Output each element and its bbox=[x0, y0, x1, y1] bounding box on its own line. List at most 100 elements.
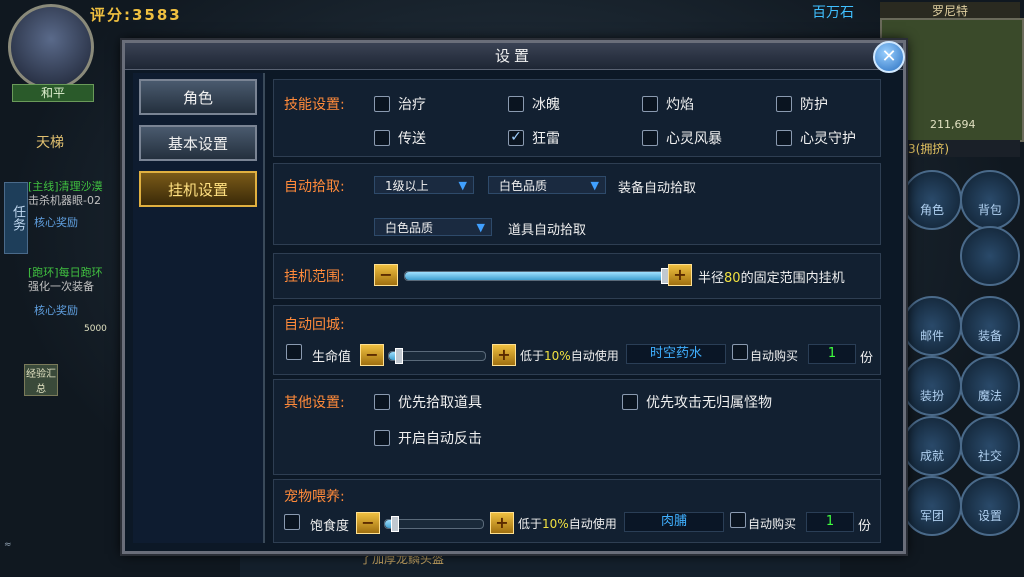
checkbox-icon[interactable] bbox=[284, 514, 300, 530]
food-slider[interactable] bbox=[384, 516, 484, 532]
quest-side-tab[interactable]: 任务 bbox=[4, 182, 28, 254]
prefer-pickup-checkbox[interactable]: 优先拾取道具 bbox=[374, 392, 482, 412]
food-qty-input[interactable]: 1 bbox=[806, 512, 854, 532]
checkbox-icon[interactable] bbox=[374, 130, 390, 146]
checkbox-icon[interactable] bbox=[642, 96, 658, 112]
hp-label: 生命值 bbox=[312, 350, 352, 365]
close-icon[interactable]: ✕ bbox=[873, 41, 905, 73]
chevron-down-icon: ▼ bbox=[476, 221, 485, 234]
plus-icon[interactable]: + bbox=[492, 344, 516, 366]
auto-buy-label: 自动购买 bbox=[750, 349, 799, 363]
role-button[interactable]: 角色 bbox=[902, 170, 962, 230]
minimap-coords: 211,694 bbox=[930, 118, 976, 131]
minus-icon[interactable]: − bbox=[374, 264, 398, 286]
skill-teleport-checkbox[interactable]: 传送 bbox=[374, 128, 426, 148]
skill-mindstorm-checkbox[interactable]: 心灵风暴 bbox=[642, 128, 722, 148]
checkbox-icon[interactable] bbox=[730, 512, 746, 528]
option-label: 优先拾取道具 bbox=[398, 395, 482, 411]
checkbox-icon[interactable] bbox=[776, 96, 792, 112]
costume-button[interactable]: 装扮 bbox=[902, 356, 962, 416]
item-pickup-text: 道具自动拾取 bbox=[508, 223, 587, 238]
food-threshold-text: 低于10%自动使用 bbox=[518, 517, 617, 531]
dropdown-value: 1级以上 bbox=[385, 179, 429, 193]
equip-button[interactable]: 装备 bbox=[960, 296, 1020, 356]
potion-field[interactable]: 时空药水 bbox=[626, 344, 726, 364]
slider-thumb[interactable] bbox=[394, 348, 403, 364]
unit-label: 份 bbox=[858, 519, 872, 534]
range-slider[interactable] bbox=[404, 268, 669, 284]
food-label: 饱食度 bbox=[310, 519, 350, 534]
plus-icon[interactable]: + bbox=[490, 512, 514, 534]
plus-icon[interactable]: + bbox=[668, 264, 692, 286]
player-avatar[interactable] bbox=[8, 4, 94, 90]
social-button[interactable]: 社交 bbox=[960, 416, 1020, 476]
other-label: 其他设置: bbox=[284, 395, 345, 411]
checkbox-icon[interactable] bbox=[622, 394, 638, 410]
chevron-down-icon: ▼ bbox=[458, 179, 467, 192]
checkbox-icon[interactable] bbox=[286, 344, 302, 360]
mail-button[interactable]: 邮件 bbox=[902, 296, 962, 356]
currency-million: 百万石 bbox=[812, 5, 854, 21]
nav-basic-settings[interactable]: 基本设置 bbox=[139, 125, 257, 161]
achievement-button[interactable]: 成就 bbox=[902, 416, 962, 476]
checkbox-icon[interactable] bbox=[642, 130, 658, 146]
reward-amount: 5000 bbox=[84, 324, 107, 334]
food-field[interactable]: 肉脯 bbox=[624, 512, 724, 532]
settings-button[interactable]: 设置 bbox=[960, 476, 1020, 536]
option-label: 开启自动反击 bbox=[398, 431, 482, 447]
prefer-unowned-checkbox[interactable]: 优先攻击无归属怪物 bbox=[622, 392, 772, 412]
checkbox-icon[interactable] bbox=[374, 96, 390, 112]
wifi-icon: ≈ bbox=[4, 540, 12, 550]
skills-label: 技能设置: bbox=[284, 97, 345, 113]
nav-afk-settings[interactable]: 挂机设置 bbox=[139, 171, 257, 207]
exp-summary-button[interactable]: 经验汇总 bbox=[24, 364, 58, 396]
auto-buy-food-checkbox[interactable] bbox=[730, 512, 746, 528]
skill-flame-checkbox[interactable]: 灼焰 bbox=[642, 94, 694, 114]
chevron-down-icon: ▼ bbox=[590, 179, 599, 192]
equip-pickup-text: 装备自动拾取 bbox=[618, 181, 697, 196]
level-dropdown[interactable]: 1级以上 ▼ bbox=[374, 176, 474, 194]
skill-thunder-checkbox[interactable]: ✓ 狂雷 bbox=[508, 128, 560, 148]
range-section: 挂机范围: − + 半径80的固定范围内挂机 bbox=[273, 253, 881, 299]
pet-label: 宠物喂养: bbox=[284, 489, 345, 505]
minus-icon[interactable]: − bbox=[360, 344, 384, 366]
checkbox-icon[interactable] bbox=[732, 344, 748, 360]
minus-icon[interactable]: − bbox=[356, 512, 380, 534]
skill-protect-checkbox[interactable]: 防护 bbox=[776, 94, 828, 114]
slider-thumb[interactable] bbox=[390, 516, 399, 532]
auto-counter-checkbox[interactable]: 开启自动反击 bbox=[374, 428, 482, 448]
quality-dropdown[interactable]: 白色品质 ▼ bbox=[488, 176, 606, 194]
skill-label: 心灵风暴 bbox=[666, 131, 722, 147]
checkmark-icon[interactable]: ✓ bbox=[508, 130, 524, 146]
checkbox-icon[interactable] bbox=[374, 394, 390, 410]
skill-ice-checkbox[interactable]: 冰魄 bbox=[508, 94, 560, 114]
auto-buy-potion-checkbox[interactable] bbox=[732, 344, 748, 360]
checkbox-icon[interactable] bbox=[776, 130, 792, 146]
unit-label: 份 bbox=[860, 351, 874, 366]
peace-mode-selector[interactable]: 和平 bbox=[12, 84, 94, 102]
auto-buy-label: 自动购买 bbox=[748, 517, 797, 531]
food-checkbox[interactable] bbox=[284, 514, 300, 530]
skill-mindguard-checkbox[interactable]: 心灵守护 bbox=[776, 128, 856, 148]
legion-button[interactable]: 军团 bbox=[902, 476, 962, 536]
skill-label: 冰魄 bbox=[532, 97, 560, 113]
target-button[interactable] bbox=[960, 226, 1020, 286]
magic-button[interactable]: 魔法 bbox=[960, 356, 1020, 416]
potion-qty-input[interactable]: 1 bbox=[808, 344, 856, 364]
skill-heal-checkbox[interactable]: 治疗 bbox=[374, 94, 426, 114]
quest-daily-reward: 核心奖励 bbox=[34, 304, 78, 317]
pet-section: 宠物喂养: 饱食度 − + 低于10%自动使用 肉脯 自动购买 1 份 bbox=[273, 479, 881, 543]
hp-slider[interactable] bbox=[388, 348, 486, 364]
dialog-title: 设置 bbox=[125, 43, 903, 70]
settings-nav: 角色 基本设置 挂机设置 bbox=[133, 73, 265, 543]
skill-label: 治疗 bbox=[398, 97, 426, 113]
checkbox-icon[interactable] bbox=[374, 430, 390, 446]
checkbox-icon[interactable] bbox=[508, 96, 524, 112]
nav-role[interactable]: 角色 bbox=[139, 79, 257, 115]
bag-button[interactable]: 背包 bbox=[960, 170, 1020, 230]
ladder-button[interactable]: 天梯 bbox=[36, 132, 64, 152]
dropdown-value: 白色品质 bbox=[499, 179, 548, 193]
item-quality-dropdown[interactable]: 白色品质 ▼ bbox=[374, 218, 492, 236]
skill-label: 灼焰 bbox=[666, 97, 694, 113]
hp-checkbox[interactable] bbox=[286, 344, 302, 360]
